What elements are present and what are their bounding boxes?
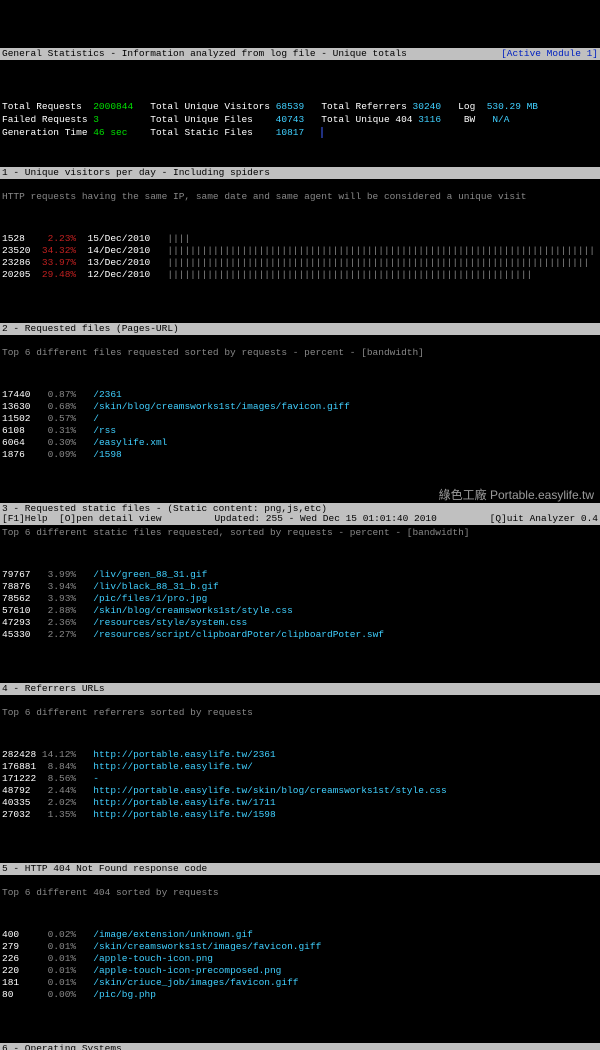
header-title: General Statistics - Information analyze… [2,48,501,60]
data-row: 79767 3.99% /liv/green_88_31.gif [0,569,600,581]
general-stats: Total Requests 2000844 Total Unique Visi… [0,84,600,143]
visitor-row: 23286 33.97% 13/Dec/2010 |||||||||||||||… [0,257,600,269]
footer-help[interactable]: [F1]Help [O]pen detail view [2,513,162,525]
data-row: 226 0.01% /apple-touch-icon.png [0,953,600,965]
section-1-header: 1 - Unique visitors per day - Including … [0,167,600,179]
data-row: 13630 0.68% /skin/blog/creamsworks1st/im… [0,401,600,413]
general-stats-header: General Statistics - Information analyze… [0,48,600,60]
section-5-header: 5 - HTTP 404 Not Found response code [0,863,600,875]
data-row: 40335 2.02% http://portable.easylife.tw/… [0,797,600,809]
visitor-row: 20205 29.48% 12/Dec/2010 |||||||||||||||… [0,269,600,281]
data-row: 78562 3.93% /pic/files/1/pro.jpg [0,593,600,605]
data-row: 48792 2.44% http://portable.easylife.tw/… [0,785,600,797]
footer-updated: Updated: 255 - Wed Dec 15 01:01:40 2010 [162,513,490,525]
footer-quit[interactable]: [Q]uit Analyzer 0.4 [490,513,598,525]
section-2-sub: Top 6 different files requested sorted b… [0,347,600,359]
data-row: 80 0.00% /pic/bg.php [0,989,600,1001]
section-6-header: 6 - Operating Systems [0,1043,600,1050]
section-2-header: 2 - Requested files (Pages-URL) [0,323,600,335]
visitor-row: 1528 2.23% 15/Dec/2010 |||| [0,233,600,245]
data-row: 181 0.01% /skin/criuce_job/images/favico… [0,977,600,989]
data-row: 400 0.02% /image/extension/unknown.gif [0,929,600,941]
data-row: 57610 2.88% /skin/blog/creamsworks1st/st… [0,605,600,617]
section-1-sub: HTTP requests having the same IP, same d… [0,191,600,203]
data-row: 1876 0.09% /1598 [0,449,600,461]
data-row: 282428 14.12% http://portable.easylife.t… [0,749,600,761]
data-row: 279 0.01% /skin/creamsworks1st/images/fa… [0,941,600,953]
data-row: 220 0.01% /apple-touch-icon-precomposed.… [0,965,600,977]
data-row: 171222 8.56% - [0,773,600,785]
active-module: [Active Module 1] [501,48,598,60]
data-row: 6064 0.30% /easylife.xml [0,437,600,449]
log-path [321,127,323,138]
visitor-row: 23520 34.32% 14/Dec/2010 |||||||||||||||… [0,245,600,257]
section-4-sub: Top 6 different referrers sorted by requ… [0,707,600,719]
data-row: 11502 0.57% / [0,413,600,425]
watermark: 綠色工廠 Portable.easylife.tw [439,489,594,501]
data-row: 176881 8.84% http://portable.easylife.tw… [0,761,600,773]
section-4-header: 4 - Referrers URLs [0,683,600,695]
data-row: 6108 0.31% /rss [0,425,600,437]
section-5-sub: Top 6 different 404 sorted by requests [0,887,600,899]
section-3-sub: Top 6 different static files requested, … [0,527,600,539]
data-row: 17440 0.87% /2361 [0,389,600,401]
data-row: 78876 3.94% /liv/black_88_31_b.gif [0,581,600,593]
data-row: 45330 2.27% /resources/script/clipboardP… [0,629,600,641]
status-bar: [F1]Help [O]pen detail view Updated: 255… [0,513,600,525]
data-row: 47293 2.36% /resources/style/system.css [0,617,600,629]
data-row: 27032 1.35% http://portable.easylife.tw/… [0,809,600,821]
